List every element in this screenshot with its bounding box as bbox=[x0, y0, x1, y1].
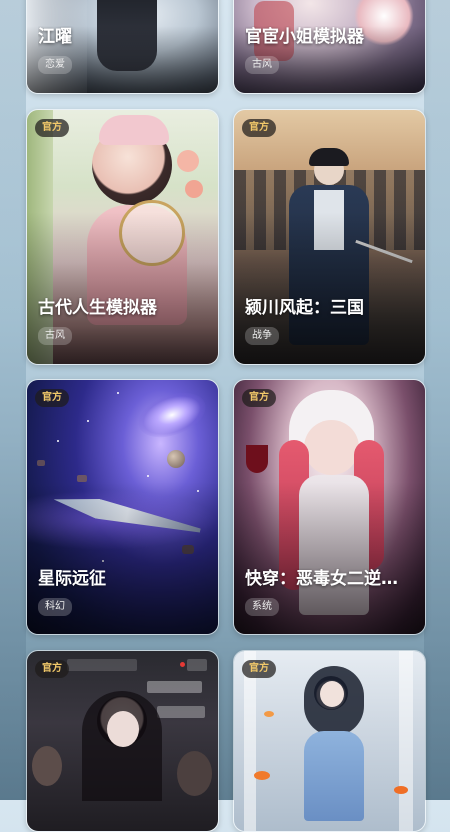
card-title: 古代人生模拟器 bbox=[38, 298, 157, 318]
story-card-jiangyao[interactable]: 江曜 恋爱 bbox=[26, 0, 219, 94]
official-badge: 官方 bbox=[35, 119, 69, 137]
story-card-quick-transmigration[interactable]: 官方 快穿：恶毒女二逆… 系统 bbox=[233, 379, 426, 635]
card-cover-image bbox=[234, 651, 425, 831]
official-badge: 官方 bbox=[242, 389, 276, 407]
story-card-ancient-life[interactable]: 官方 古代人生模拟器 古风 bbox=[26, 109, 219, 365]
card-title: 江曜 bbox=[38, 27, 72, 47]
story-card-guanhuan[interactable]: 官宦小姐模拟器 古风 bbox=[233, 0, 426, 94]
story-card-yingchuan[interactable]: 官方 颍川风起：三国 战争 bbox=[233, 109, 426, 365]
card-genre-tag: 古风 bbox=[38, 327, 72, 345]
card-title: 颍川风起：三国 bbox=[245, 298, 364, 318]
official-badge: 官方 bbox=[242, 660, 276, 678]
story-card-goldfish[interactable]: 官方 bbox=[233, 650, 426, 832]
card-title: 官宦小姐模拟器 bbox=[245, 27, 364, 47]
story-card-livestream[interactable]: 官方 bbox=[26, 650, 219, 832]
official-badge: 官方 bbox=[35, 389, 69, 407]
official-badge: 官方 bbox=[242, 119, 276, 137]
card-genre-tag: 恋爱 bbox=[38, 56, 72, 74]
story-card-star-expedition[interactable]: 官方 星际远征 科幻 bbox=[26, 379, 219, 635]
card-cover-image bbox=[27, 651, 218, 831]
story-card-grid: 江曜 恋爱 官宦小姐模拟器 古风 官方 古代人生模拟器 古风 官方 颍川风起：三… bbox=[0, 0, 450, 832]
card-title: 快穿：恶毒女二逆… bbox=[245, 569, 398, 589]
card-genre-tag: 系统 bbox=[245, 598, 279, 616]
card-genre-tag: 古风 bbox=[245, 56, 279, 74]
card-genre-tag: 科幻 bbox=[38, 598, 72, 616]
card-title: 星际远征 bbox=[38, 569, 106, 589]
card-genre-tag: 战争 bbox=[245, 327, 279, 345]
official-badge: 官方 bbox=[35, 660, 69, 678]
